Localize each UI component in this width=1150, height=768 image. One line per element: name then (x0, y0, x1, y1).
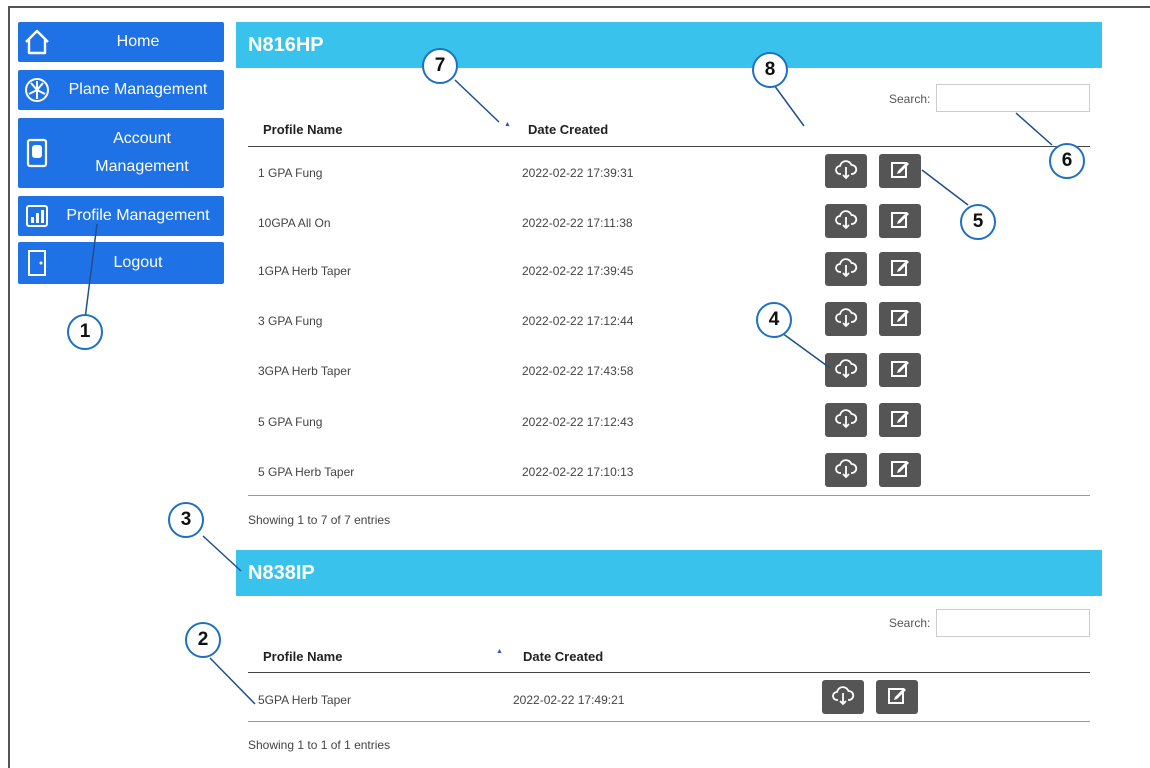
search-label: Search: (889, 92, 931, 106)
cloud-download-icon (834, 207, 858, 236)
entries-info: Showing 1 to 7 of 7 entries (248, 513, 391, 527)
date-created: 2022-02-22 17:11:38 (522, 216, 633, 230)
download-button[interactable] (825, 252, 867, 286)
date-created: 2022-02-22 17:10:13 (522, 465, 634, 479)
table-header-divider (248, 146, 1090, 147)
sort-asc-icon: ▲ (504, 121, 511, 128)
callout-4: 4 (756, 302, 792, 338)
chart-icon (22, 201, 52, 231)
callout-5: 5 (960, 204, 996, 240)
nav-logout-label: Logout (113, 254, 163, 271)
home-icon (22, 27, 52, 57)
cloud-download-icon (834, 356, 858, 385)
download-button[interactable] (825, 302, 867, 336)
panel-title-n838ip: N838IP (236, 550, 1102, 596)
edit-icon (889, 208, 911, 235)
fan-icon (22, 75, 52, 105)
profile-name: 5 GPA Herb Taper (258, 465, 355, 479)
nav-account-management-label: Account Management (95, 130, 189, 175)
callout-7: 7 (422, 48, 458, 84)
callout-3: 3 (168, 502, 204, 538)
edit-button[interactable] (879, 252, 921, 286)
download-button[interactable] (825, 353, 867, 387)
edit-button[interactable] (879, 353, 921, 387)
nav-plane-management[interactable]: Plane Management (18, 70, 224, 110)
date-created: 2022-02-22 17:12:43 (522, 415, 634, 429)
edit-button[interactable] (879, 453, 921, 487)
sort-asc-icon: ▲ (496, 648, 503, 655)
callout-2: 2 (185, 622, 221, 658)
account-icon (22, 138, 52, 168)
edit-button[interactable] (879, 204, 921, 238)
date-created: 2022-02-22 17:39:31 (522, 166, 634, 180)
nav-account-management[interactable]: Account Management (18, 118, 224, 188)
search-input[interactable] (936, 609, 1090, 637)
door-icon (22, 248, 52, 278)
download-button[interactable] (825, 204, 867, 238)
date-created: 2022-02-22 17:43:58 (522, 364, 634, 378)
search-label: Search: (889, 616, 931, 630)
cloud-download-icon (831, 683, 855, 712)
nav-profile-management[interactable]: Profile Management (18, 196, 224, 236)
edit-button[interactable] (879, 403, 921, 437)
download-button[interactable] (825, 154, 867, 188)
nav-plane-management-label: Plane Management (68, 81, 208, 98)
profile-name: 3GPA Herb Taper (258, 364, 351, 378)
table-footer-divider (248, 721, 1090, 722)
download-button[interactable] (825, 403, 867, 437)
nav-logout[interactable]: Logout (18, 242, 224, 284)
search-input[interactable] (936, 84, 1090, 112)
download-button[interactable] (822, 680, 864, 714)
profile-name: 3 GPA Fung (258, 314, 323, 328)
nav-home[interactable]: Home (18, 22, 224, 62)
column-header-profile-name[interactable]: Profile Name (263, 122, 342, 137)
column-header-date-created[interactable]: Date Created (523, 649, 603, 664)
edit-icon (889, 357, 911, 384)
cloud-download-icon (834, 305, 858, 334)
edit-icon (889, 158, 911, 185)
table-header-divider (248, 672, 1090, 673)
download-button[interactable] (825, 453, 867, 487)
profile-name: 5GPA Herb Taper (258, 693, 351, 707)
date-created: 2022-02-22 17:12:44 (522, 314, 634, 328)
column-header-profile-name[interactable]: Profile Name (263, 649, 342, 664)
nav-home-label: Home (116, 33, 160, 50)
entries-info: Showing 1 to 1 of 1 entries (248, 738, 391, 752)
edit-button[interactable] (879, 154, 921, 188)
callout-8: 8 (752, 52, 788, 88)
cloud-download-icon (834, 456, 858, 485)
cloud-download-icon (834, 157, 858, 186)
profile-name: 5 GPA Fung (258, 415, 323, 429)
edit-button[interactable] (879, 302, 921, 336)
callout-1: 1 (67, 314, 103, 350)
callout-6: 6 (1049, 143, 1085, 179)
date-created: 2022-02-22 17:49:21 (513, 693, 625, 707)
edit-icon (889, 407, 911, 434)
column-header-date-created[interactable]: Date Created (528, 122, 608, 137)
nav-profile-management-label: Profile Management (66, 207, 210, 224)
date-created: 2022-02-22 17:39:45 (522, 264, 634, 278)
cloud-download-icon (834, 406, 858, 435)
edit-button[interactable] (876, 680, 918, 714)
cloud-download-icon (834, 255, 858, 284)
edit-icon (886, 684, 908, 711)
edit-icon (889, 457, 911, 484)
profile-name: 1GPA Herb Taper (258, 264, 351, 278)
table-footer-divider (248, 495, 1090, 496)
edit-icon (889, 256, 911, 283)
profile-name: 1 GPA Fung (258, 166, 323, 180)
edit-icon (889, 306, 911, 333)
profile-name: 10GPA All On (258, 216, 331, 230)
panel-title-n816hp: N816HP (236, 22, 1102, 68)
